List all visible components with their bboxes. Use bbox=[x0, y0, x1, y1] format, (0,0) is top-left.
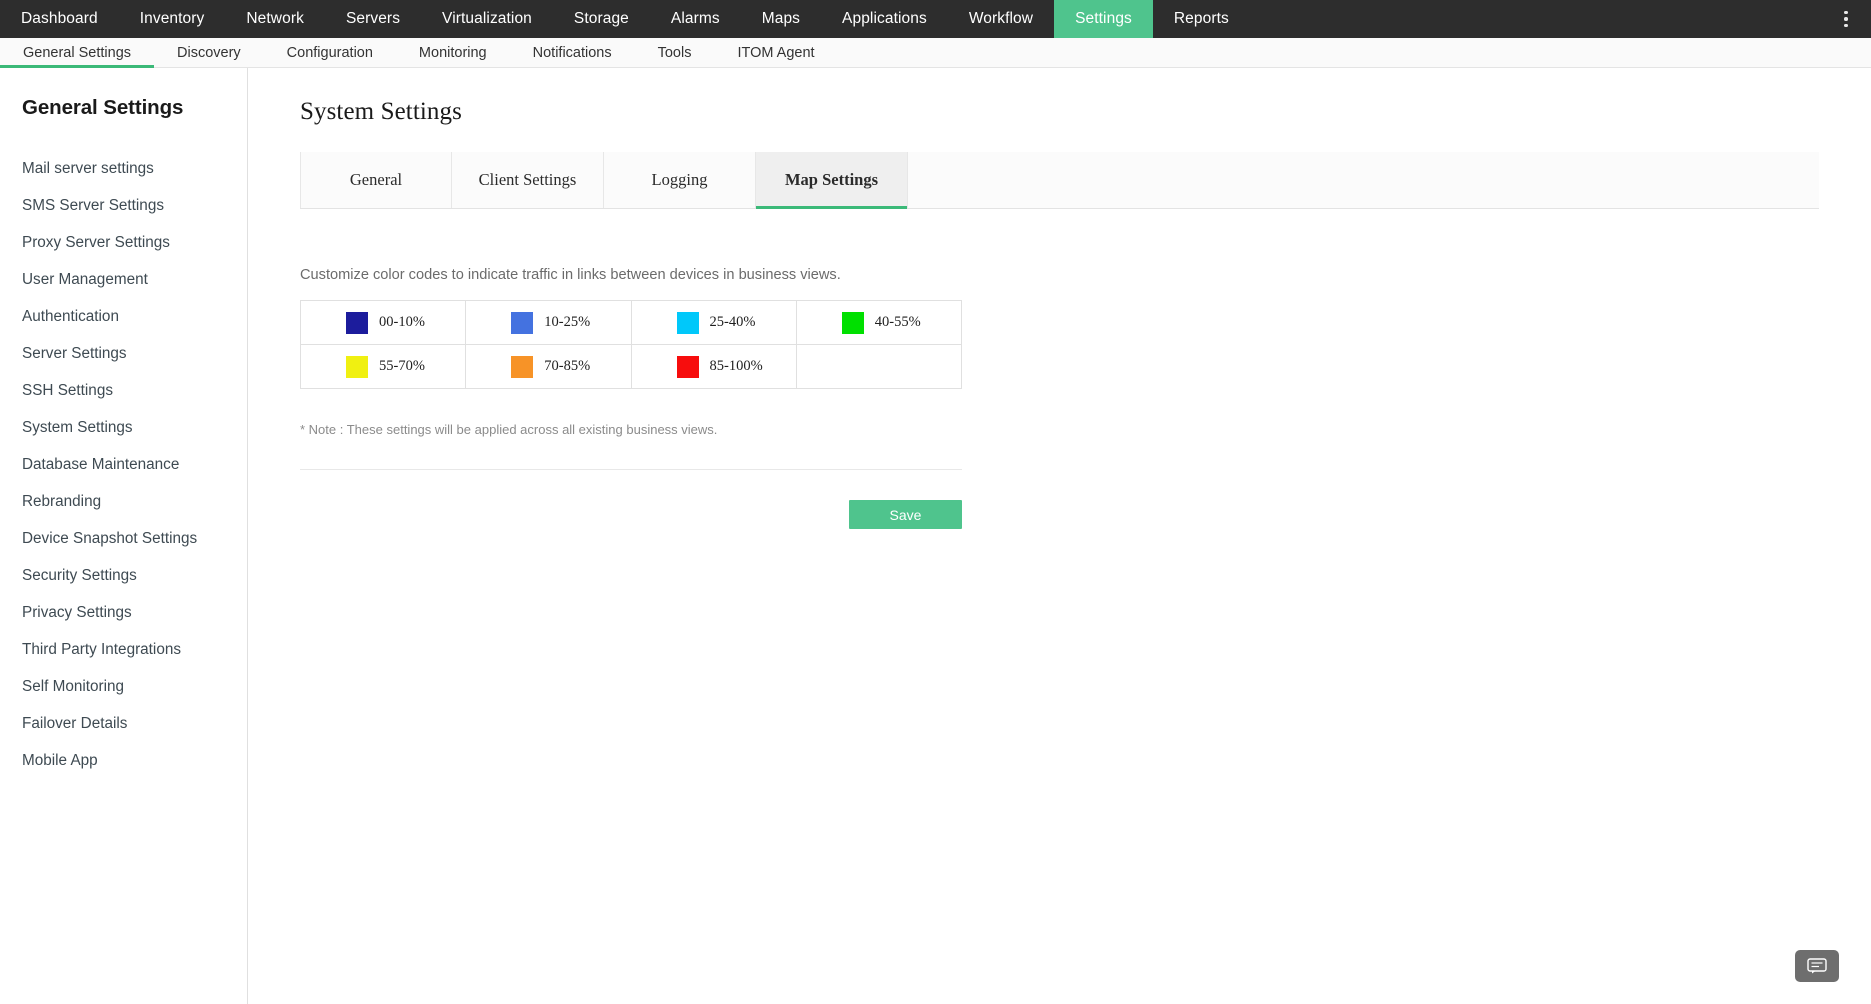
tab-general[interactable]: General bbox=[300, 152, 452, 208]
color-code-cell[interactable]: 85-100% bbox=[630, 344, 797, 389]
subnav-item-general-settings[interactable]: General Settings bbox=[0, 38, 155, 68]
sidebar-item-system-settings[interactable]: System Settings bbox=[0, 409, 247, 446]
save-row: Save bbox=[300, 500, 962, 529]
chat-widget-button[interactable] bbox=[1795, 950, 1839, 982]
sidebar-item-database-maintenance[interactable]: Database Maintenance bbox=[0, 446, 247, 483]
color-range-label: 70-85% bbox=[544, 358, 591, 374]
topnav-item-workflow[interactable]: Workflow bbox=[948, 0, 1054, 38]
color-code-cell-inner: 85-100% bbox=[632, 355, 796, 378]
color-code-cell[interactable]: 40-55% bbox=[795, 300, 963, 345]
subnav-item-configuration[interactable]: Configuration bbox=[264, 38, 396, 67]
topnav-item-virtualization[interactable]: Virtualization bbox=[421, 0, 553, 38]
page-shell: General Settings Mail server settings SMS… bbox=[0, 68, 1871, 1004]
tabs-spacer bbox=[908, 152, 1819, 208]
kebab-dot bbox=[1844, 17, 1848, 21]
color-range-label: 25-40% bbox=[709, 314, 756, 330]
main-content: System Settings General Client Settings Lo… bbox=[248, 68, 1871, 1004]
topnav-item-maps[interactable]: Maps bbox=[741, 0, 821, 38]
color-code-table-body: 00-10% 10-25% 25-40% 40-55% 55-70% 70-85% 85-1… bbox=[299, 300, 963, 389]
color-code-cell-inner: 25-40% bbox=[632, 311, 796, 334]
color-swatch[interactable] bbox=[511, 355, 534, 378]
sidebar: General Settings Mail server settings SMS… bbox=[0, 68, 248, 1004]
color-code-row: 55-70% 70-85% 85-100% bbox=[299, 344, 963, 389]
sidebar-title: General Settings bbox=[22, 96, 184, 119]
color-range-label: 10-25% bbox=[544, 314, 591, 330]
subnav-item-notifications[interactable]: Notifications bbox=[510, 38, 635, 67]
color-range-label: 40-55% bbox=[874, 314, 921, 330]
tab-client-settings[interactable]: Client Settings bbox=[452, 152, 604, 208]
save-button[interactable]: Save bbox=[849, 500, 962, 529]
sub-navigation-bar: General Settings Discovery Configuration Mo… bbox=[0, 38, 1871, 68]
topnav-item-settings[interactable]: Settings bbox=[1054, 0, 1153, 38]
sidebar-item-privacy-settings[interactable]: Privacy Settings bbox=[0, 594, 247, 631]
color-code-cell[interactable]: 25-40% bbox=[630, 300, 797, 345]
chat-bubble-icon bbox=[1807, 958, 1827, 974]
settings-tabs: General Client Settings Logging Map Setting… bbox=[300, 152, 1819, 209]
sidebar-item-authentication[interactable]: Authentication bbox=[0, 298, 247, 335]
subnav-item-monitoring[interactable]: Monitoring bbox=[396, 38, 510, 67]
color-code-cell-inner: 70-85% bbox=[466, 355, 630, 378]
color-swatch[interactable] bbox=[676, 311, 699, 334]
sidebar-item-rebranding[interactable]: Rebranding bbox=[0, 483, 247, 520]
color-code-cell[interactable]: 55-70% bbox=[299, 344, 467, 389]
topnav-item-network[interactable]: Network bbox=[225, 0, 325, 38]
sidebar-item-mail-server-settings[interactable]: Mail server settings bbox=[0, 150, 247, 187]
sidebar-item-ssh-settings[interactable]: SSH Settings bbox=[0, 372, 247, 409]
sidebar-item-failover-details[interactable]: Failover Details bbox=[0, 705, 247, 742]
color-range-label: 00-10% bbox=[379, 314, 425, 330]
map-settings-description: Customize color codes to indicate traffi… bbox=[300, 267, 841, 283]
tab-map-settings[interactable]: Map Settings bbox=[756, 152, 908, 209]
kebab-dot bbox=[1844, 10, 1848, 15]
color-swatch[interactable] bbox=[841, 311, 864, 334]
sidebar-item-device-snapshot-settings[interactable]: Device Snapshot Settings bbox=[0, 520, 247, 557]
sidebar-item-self-monitoring[interactable]: Self Monitoring bbox=[0, 668, 247, 705]
color-code-cell[interactable]: 70-85% bbox=[465, 344, 632, 389]
sidebar-list: Mail server settings SMS Server Settings P… bbox=[0, 150, 247, 779]
sidebar-item-sms-server-settings[interactable]: SMS Server Settings bbox=[0, 187, 247, 224]
page-title: System Settings bbox=[300, 98, 462, 125]
note-text: * Note : These settings will be applied … bbox=[300, 422, 718, 437]
color-code-cell-inner: 40-55% bbox=[797, 311, 961, 334]
topnav-item-applications[interactable]: Applications bbox=[821, 0, 948, 38]
subnav-item-discovery[interactable]: Discovery bbox=[154, 38, 264, 67]
color-swatch[interactable] bbox=[511, 311, 534, 334]
color-code-cell[interactable]: 00-10% bbox=[299, 300, 467, 345]
sidebar-item-third-party-integrations[interactable]: Third Party Integrations bbox=[0, 631, 247, 668]
color-code-table: 00-10% 10-25% 25-40% 40-55% 55-70% 70-85% 85-1… bbox=[299, 300, 963, 389]
color-code-cell[interactable]: 10-25% bbox=[465, 300, 632, 345]
color-swatch[interactable] bbox=[346, 355, 368, 378]
sidebar-item-mobile-app[interactable]: Mobile App bbox=[0, 742, 247, 779]
kebab-menu-icon[interactable] bbox=[1835, 0, 1857, 38]
topnav-item-alarms[interactable]: Alarms bbox=[650, 0, 741, 38]
sidebar-item-server-settings[interactable]: Server Settings bbox=[0, 335, 247, 372]
sub-navigation-items: General Settings Discovery Configuration Mo… bbox=[0, 38, 838, 68]
sidebar-item-user-management[interactable]: User Management bbox=[0, 261, 247, 298]
topnav-item-servers[interactable]: Servers bbox=[325, 0, 421, 38]
sidebar-item-proxy-server-settings[interactable]: Proxy Server Settings bbox=[0, 224, 247, 261]
color-swatch[interactable] bbox=[346, 311, 368, 334]
color-code-row: 00-10% 10-25% 25-40% 40-55% bbox=[299, 300, 963, 345]
color-code-cell-inner: 55-70% bbox=[301, 355, 465, 378]
subnav-item-itom-agent[interactable]: ITOM Agent bbox=[714, 38, 837, 67]
kebab-dot bbox=[1844, 23, 1848, 28]
color-swatch[interactable] bbox=[676, 355, 699, 378]
topnav-item-dashboard[interactable]: Dashboard bbox=[0, 0, 119, 38]
color-code-cell-inner: 10-25% bbox=[466, 311, 630, 334]
color-code-cell-empty bbox=[795, 344, 963, 389]
topnav-item-reports[interactable]: Reports bbox=[1153, 0, 1250, 38]
sidebar-item-security-settings[interactable]: Security Settings bbox=[0, 557, 247, 594]
tab-panel-map-settings: Customize color codes to indicate traffi… bbox=[248, 267, 1871, 529]
color-range-label: 55-70% bbox=[379, 358, 425, 374]
color-range-label: 85-100% bbox=[709, 358, 763, 374]
section-divider bbox=[300, 469, 962, 470]
color-code-cell-inner: 00-10% bbox=[301, 311, 465, 334]
topnav-item-inventory[interactable]: Inventory bbox=[119, 0, 226, 38]
top-navigation-items: Dashboard Inventory Network Servers Virtuali… bbox=[0, 0, 1250, 38]
subnav-item-tools[interactable]: Tools bbox=[635, 38, 715, 67]
topnav-item-storage[interactable]: Storage bbox=[553, 0, 650, 38]
tab-logging[interactable]: Logging bbox=[604, 152, 756, 208]
top-navigation-bar: Dashboard Inventory Network Servers Virtuali… bbox=[0, 0, 1871, 38]
